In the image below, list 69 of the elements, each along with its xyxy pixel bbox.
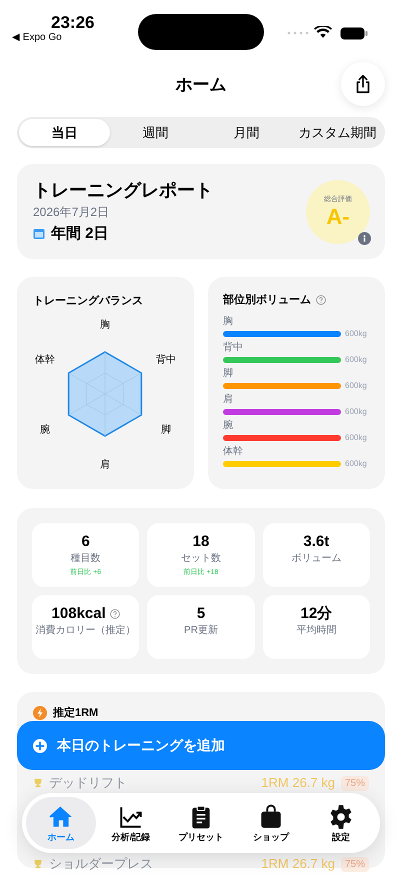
one-rm-value: 1RM 26.7 kg	[261, 855, 335, 874]
tab-bar-item[interactable]: 分析/記録	[96, 797, 166, 849]
share-button[interactable]	[341, 62, 385, 106]
stat-label: セット数	[180, 552, 221, 566]
battery-icon	[340, 27, 368, 40]
period-label: 年間 2日	[51, 224, 109, 244]
report-title: トレーニングレポート	[33, 179, 213, 201]
tab-bar-item[interactable]: ショップ	[236, 797, 306, 849]
volume-value: 600kg	[345, 458, 367, 470]
period-tab[interactable]: 週間	[110, 119, 201, 146]
volume-value: 600kg	[345, 432, 367, 444]
stat-value: 6	[81, 533, 90, 551]
calendar-icon	[33, 228, 45, 240]
exercise-name: ショルダープレス	[49, 855, 154, 874]
help-icon[interactable]	[110, 609, 120, 619]
screen-title: ホーム	[176, 74, 226, 96]
volume-value: 600kg	[345, 354, 367, 366]
stat-label: ボリューム	[291, 552, 342, 566]
axis-label: 脚	[161, 423, 171, 438]
exercise-name: デッドリフト	[49, 774, 128, 792]
card-title: 推定1RM	[53, 706, 98, 720]
stat-label: 平均時間	[296, 624, 336, 638]
axis-label: 体幹	[35, 353, 55, 368]
period-tab[interactable]: カスタム期間	[292, 119, 383, 146]
card-title: 部位別ボリューム	[223, 292, 311, 308]
report-date: 2026年7月2日	[33, 204, 110, 220]
percent-badge: 75%	[340, 856, 369, 872]
wifi-icon	[314, 26, 332, 39]
clock-time: 23:26	[51, 14, 94, 31]
grade-value: A-	[326, 206, 350, 228]
help-icon[interactable]	[316, 295, 326, 306]
part-label: 背中	[223, 340, 244, 354]
stat-label: PR更新	[184, 624, 218, 638]
axis-label: 肩	[100, 458, 110, 472]
settings-icon	[328, 804, 354, 830]
axis-label: 背中	[156, 353, 176, 368]
stat-label: 種目数	[70, 552, 101, 566]
info-icon[interactable]	[358, 232, 371, 245]
trophy-icon	[33, 859, 43, 869]
percent-badge: 75%	[340, 776, 369, 790]
period-tab[interactable]: 月間	[201, 119, 292, 146]
part-label: 胸	[223, 314, 234, 328]
period-tab[interactable]: 当日	[19, 119, 110, 146]
stat-value: 3.6t	[303, 533, 330, 551]
axis-label: 胸	[100, 318, 110, 332]
signal-icon	[286, 30, 310, 36]
plus-icon	[33, 738, 47, 752]
volume-value: 600kg	[345, 380, 367, 392]
card-title: トレーニングバランス	[33, 294, 143, 309]
volume-value: 600kg	[345, 328, 367, 340]
volume-value: 600kg	[345, 406, 367, 418]
trophy-icon	[33, 778, 43, 788]
stat-value: 108kcal	[52, 605, 106, 623]
add-training-button[interactable]: 本日のトレーニングを追加	[17, 721, 385, 770]
part-label: 体幹	[223, 444, 244, 458]
tab-bar-item[interactable]: プリセット	[166, 797, 236, 849]
back-link[interactable]: ◀ Expo Go	[12, 33, 62, 43]
one-rm-value: 1RM 26.7 kg	[261, 774, 335, 792]
home-icon	[48, 804, 74, 830]
part-label: 肩	[223, 392, 234, 406]
part-label: 脚	[223, 366, 234, 380]
axis-label: 腕	[40, 423, 50, 438]
bolt-icon	[33, 706, 47, 720]
part-label: 腕	[223, 418, 234, 432]
stat-value: 18	[192, 533, 210, 551]
stat-label: 消費カロリー（推定）	[36, 624, 136, 638]
stat-value: 5	[196, 605, 206, 623]
stat-value: 12分	[300, 605, 332, 623]
tab-bar-item[interactable]: 設定	[306, 797, 376, 849]
